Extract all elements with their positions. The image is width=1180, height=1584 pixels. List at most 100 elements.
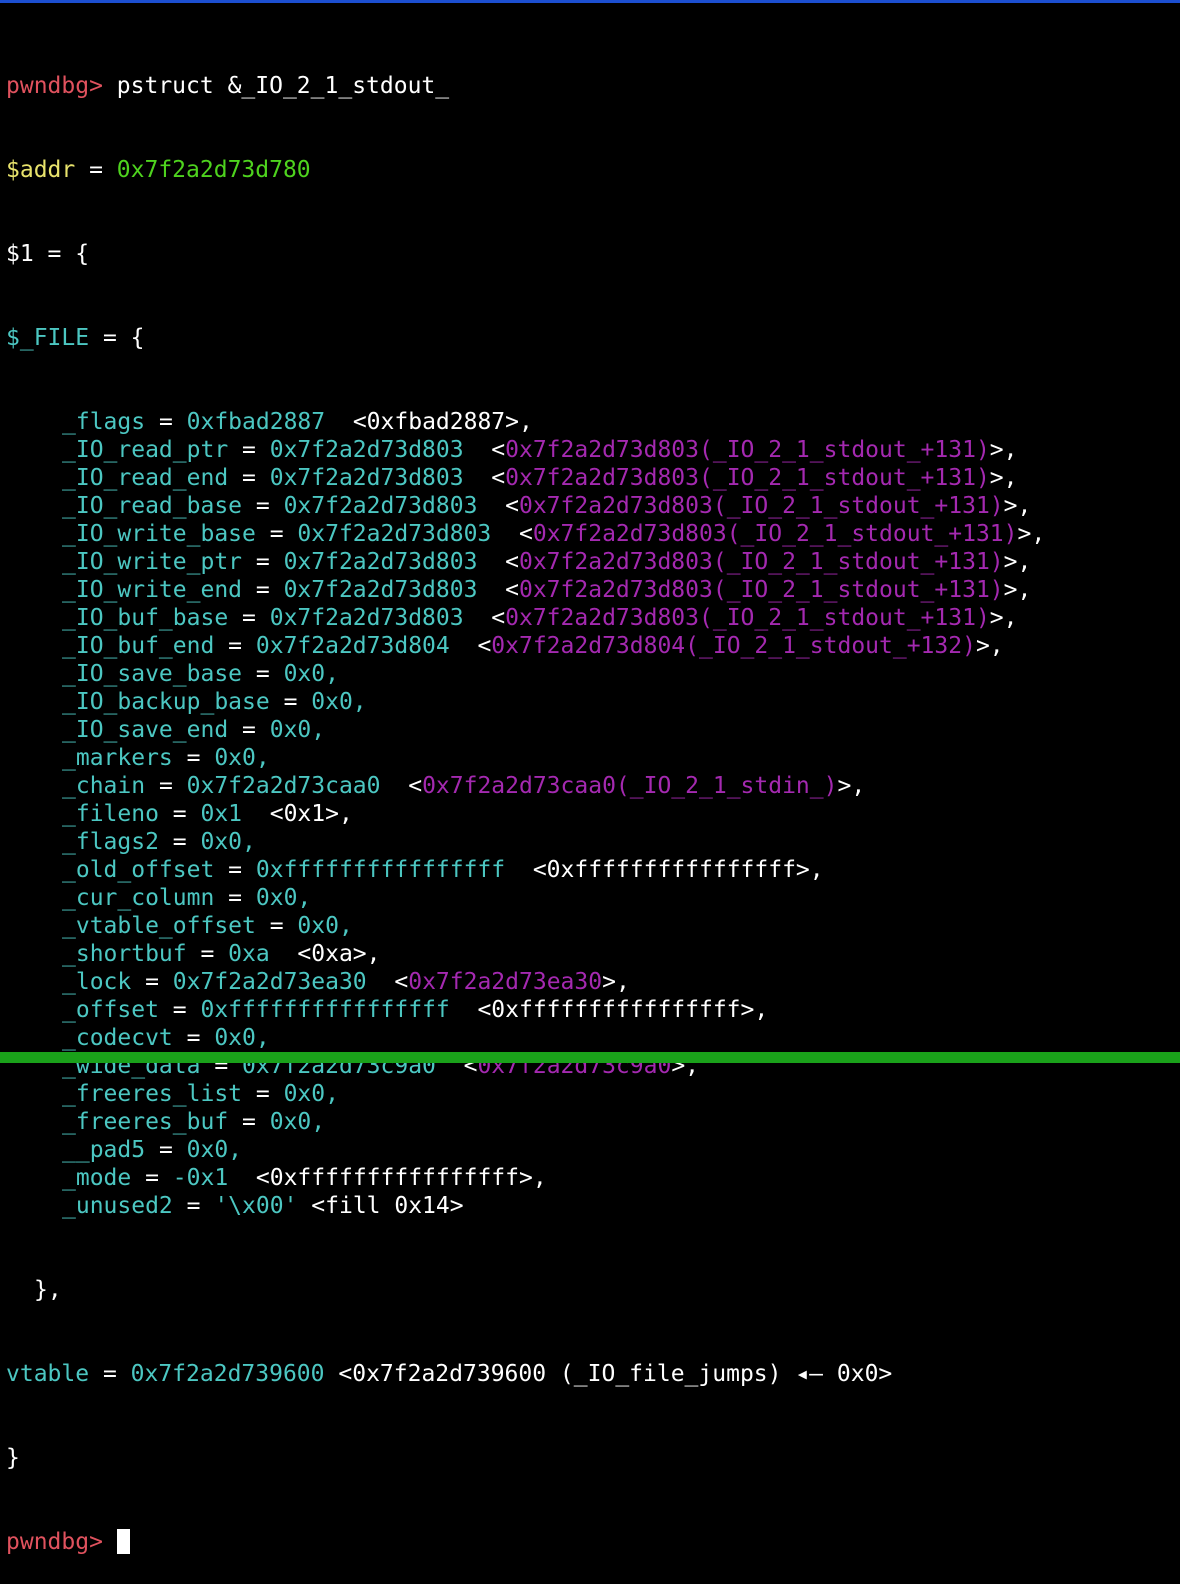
field-name: _IO_read_base (62, 493, 243, 519)
field-name: _IO_buf_base (62, 605, 229, 631)
field-value: 0x7f2a2d73d803 (283, 493, 478, 519)
field-name: _markers (62, 745, 173, 771)
field-name: _unused2 (62, 1193, 173, 1219)
field-row: __pad5 = 0x0, (62, 1137, 243, 1163)
field-value: 0x7f2a2d73d803 (269, 437, 464, 463)
field-row: _IO_save_end = 0x0, (62, 717, 326, 743)
field-row: _offset = 0xffffffffffffffff <0xffffffff… (62, 997, 769, 1023)
field-row: _IO_buf_end = 0x7f2a2d73d804 <0x7f2a2d73… (62, 633, 1004, 659)
field-value: 0x7f2a2d73ea30 (172, 969, 367, 995)
window-top-border (0, 0, 1180, 3)
field-name: _offset (62, 997, 159, 1023)
field-name: _flags2 (62, 829, 159, 855)
field-row: _old_offset = 0xffffffffffffffff <0xffff… (62, 857, 824, 883)
field-deref: <0xa>, (297, 941, 381, 967)
field-pointer-target: 0x7f2a2d73d803(_IO_2_1_stdout_+131) (518, 493, 1004, 519)
field-value: 0x7f2a2d73d803 (269, 605, 464, 631)
field-row: _chain = 0x7f2a2d73caa0 <0x7f2a2d73caa0(… (62, 773, 866, 799)
field-name: _IO_read_ptr (62, 437, 229, 463)
field-deref: <fill 0x14> (311, 1193, 464, 1219)
inner-close-brace: }, (34, 1277, 62, 1303)
outer-close-brace: } (6, 1445, 20, 1471)
field-row: _IO_buf_base = 0x7f2a2d73d803 <0x7f2a2d7… (62, 605, 1018, 631)
field-value: 0x7f2a2d73d803 (297, 521, 492, 547)
field-row: _fileno = 0x1 <0x1>, (62, 801, 353, 827)
field-name: _vtable_offset (62, 913, 256, 939)
command-text: pstruct &_IO_2_1_stdout_ (116, 73, 450, 99)
field-value: 0x0, (214, 1025, 270, 1051)
field-value: 0xffffffffffffffff (255, 857, 506, 883)
field-pointer-target: 0x7f2a2d73d803(_IO_2_1_stdout_+131) (505, 605, 990, 631)
field-row: _IO_read_base = 0x7f2a2d73d803 <0x7f2a2d… (62, 493, 1032, 519)
field-deref: <0xffffffffffffffff>, (477, 997, 769, 1023)
field-row: _flags2 = 0x0, (62, 829, 256, 855)
final-prompt: pwndbg> (6, 1529, 103, 1555)
final-prompt-line[interactable]: pwndbg> (6, 1528, 1176, 1556)
field-pointer-target: 0x7f2a2d73ea30 (408, 969, 603, 995)
field-row: _IO_read_end = 0x7f2a2d73d803 <0x7f2a2d7… (62, 465, 1018, 491)
shell-prompt: pwndbg> (6, 73, 103, 99)
field-name: _lock (62, 969, 132, 995)
field-name: _IO_write_base (62, 521, 256, 547)
field-pointer-target: 0x7f2a2d73d803(_IO_2_1_stdout_+131) (505, 437, 990, 463)
field-name: _IO_write_end (62, 577, 243, 603)
field-row: _IO_backup_base = 0x0, (62, 689, 367, 715)
terminal-output[interactable]: pwndbg> pstruct &_IO_2_1_stdout_ $addr =… (6, 16, 1176, 1584)
addr-value: 0x7f2a2d73d780 (116, 157, 311, 183)
field-value: 0xa (228, 941, 270, 967)
field-row: _freeres_list = 0x0, (62, 1081, 339, 1107)
field-value: 0x7f2a2d73d803 (283, 577, 478, 603)
field-pointer-target: 0x7f2a2d73d804(_IO_2_1_stdout_+132) (491, 633, 976, 659)
struct-name: $_FILE (6, 325, 90, 351)
field-deref: <0x1>, (269, 801, 353, 827)
field-row: _IO_write_base = 0x7f2a2d73d803 <0x7f2a2… (62, 521, 1046, 547)
field-name: _fileno (62, 801, 159, 827)
field-row: _markers = 0x0, (62, 745, 270, 771)
field-row: _IO_write_ptr = 0x7f2a2d73d803 <0x7f2a2d… (62, 549, 1032, 575)
field-value: 0x7f2a2d73caa0 (186, 773, 381, 799)
command-line: pwndbg> pstruct &_IO_2_1_stdout_ (6, 72, 1176, 100)
field-name: _mode (62, 1165, 132, 1191)
field-value: 0x0, (283, 661, 339, 687)
field-row: _unused2 = '\x00' <fill 0x14> (62, 1193, 464, 1219)
field-pointer-target: 0x7f2a2d73d803(_IO_2_1_stdout_+131) (518, 577, 1004, 603)
vtable-label: vtable (6, 1361, 90, 1387)
field-name: _freeres_buf (62, 1109, 229, 1135)
field-name: _IO_save_base (62, 661, 243, 687)
field-row: _codecvt = 0x0, (62, 1025, 270, 1051)
field-pointer-target: 0x7f2a2d73caa0(_IO_2_1_stdin_) (422, 773, 838, 799)
field-pointer-target: 0x7f2a2d73d803(_IO_2_1_stdout_+131) (518, 549, 1004, 575)
field-name: _cur_column (62, 885, 215, 911)
struct-open-brace: = { (89, 325, 145, 351)
vtable-value: 0x7f2a2d739600 (130, 1361, 325, 1387)
field-value: 0x1 (200, 801, 243, 827)
field-row: _freeres_buf = 0x0, (62, 1109, 326, 1135)
field-value: 0x0, (214, 745, 270, 771)
field-value: 0x7f2a2d73d804 (255, 633, 450, 659)
field-value: 0xfbad2887 (186, 409, 326, 435)
field-value: 0x0, (269, 717, 326, 743)
field-value: 0xffffffffffffffff (200, 997, 450, 1023)
field-value: -0x1 (172, 1165, 229, 1191)
field-deref: <0xffffffffffffffff>, (532, 857, 824, 883)
field-row: _cur_column = 0x0, (62, 885, 312, 911)
field-name: _IO_write_ptr (62, 549, 243, 575)
field-name: _IO_buf_end (62, 633, 215, 659)
struct-header: $_FILE = { (6, 324, 1176, 352)
field-name: _flags (62, 409, 146, 435)
field-deref: <0xfbad2887>, (352, 409, 533, 435)
field-value: '\x00' (214, 1193, 298, 1219)
field-row: _IO_write_end = 0x7f2a2d73d803 <0x7f2a2d… (62, 577, 1032, 603)
field-name: _IO_save_end (62, 717, 229, 743)
field-row: _vtable_offset = 0x0, (62, 913, 353, 939)
field-name: _old_offset (62, 857, 215, 883)
vtable-line: vtable = 0x7f2a2d739600 <0x7f2a2d739600 … (6, 1361, 893, 1387)
field-row: _flags = 0xfbad2887 <0xfbad2887>, (62, 409, 533, 435)
field-name: __pad5 (62, 1137, 146, 1163)
field-name: _IO_read_end (62, 465, 229, 491)
field-row: _IO_read_ptr = 0x7f2a2d73d803 <0x7f2a2d7… (62, 437, 1018, 463)
field-value: 0x0, (255, 885, 312, 911)
field-row: _IO_save_base = 0x0, (62, 661, 339, 687)
field-value: 0x0, (283, 1081, 339, 1107)
field-value: 0x0, (297, 913, 353, 939)
